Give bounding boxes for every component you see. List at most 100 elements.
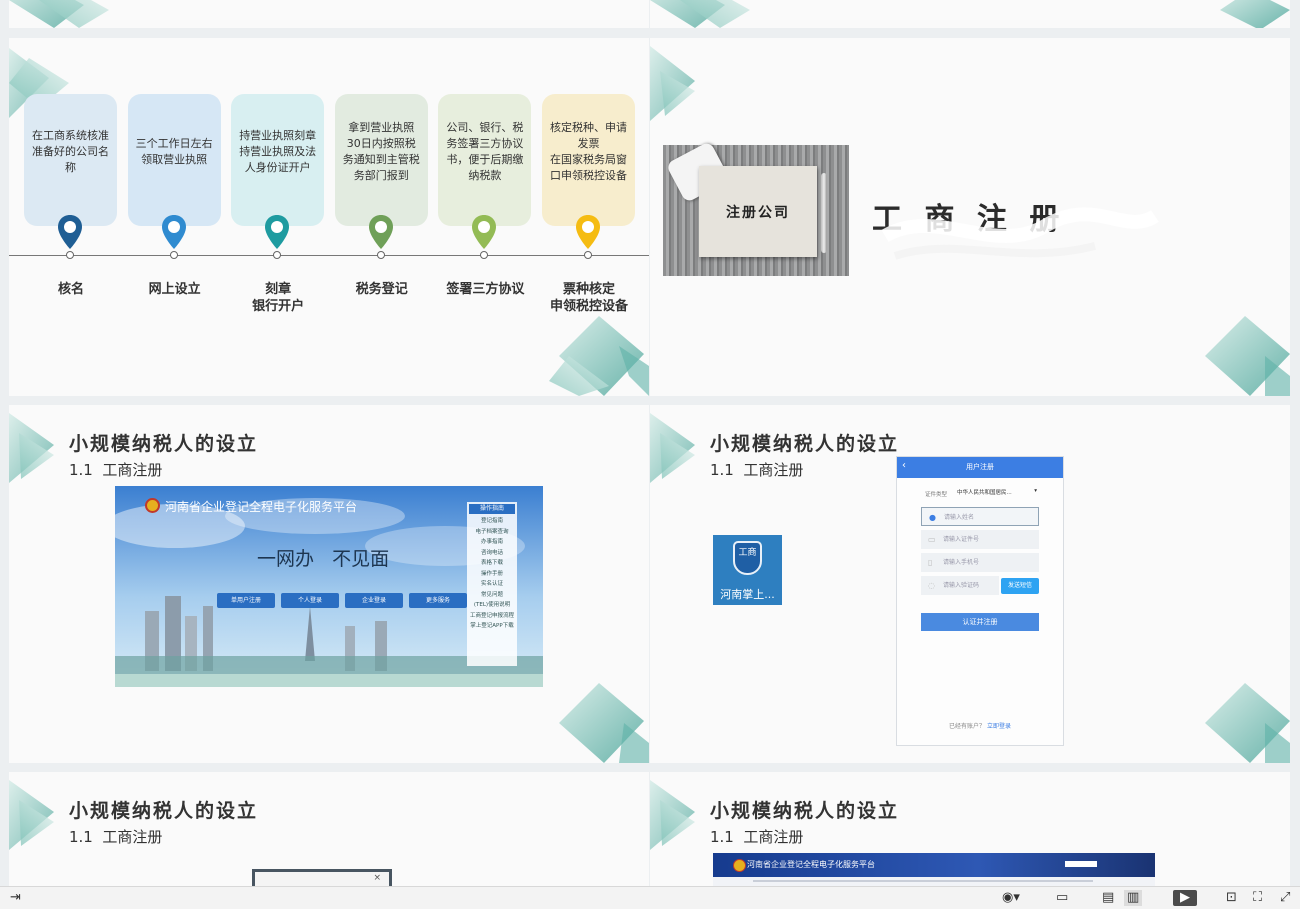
- page-view-icon[interactable]: ▤: [1102, 890, 1114, 906]
- dialog-screenshot: ×: [252, 869, 392, 886]
- slide-subtitle: 1.1 工商注册: [69, 828, 163, 846]
- slide-thumbnail-timeline[interactable]: 在工商系统核准准备好的公司名称核名 三个工作日左右领取营业执照网上设立 持营业执照刻…: [9, 38, 649, 396]
- name-field-placeholder: 请输入姓名: [944, 514, 975, 521]
- timeline-step-card: 核定税种、申请发票 在国家税务局窗口申领税控设备: [542, 94, 635, 226]
- teal-corner-decoration: [650, 0, 750, 28]
- reading-view-icon[interactable]: ▥: [1124, 890, 1143, 906]
- pen-in-photo: [821, 173, 827, 253]
- slide-thumbnail-section-title[interactable]: 注册公司 工 商 注 册: [650, 38, 1290, 396]
- menu-header[interactable]: 操作指南: [469, 504, 515, 514]
- site-header-bar: 河南省企业登记全程电子化服务平台: [713, 853, 1155, 877]
- slide-thumbnail-bottom-left[interactable]: 小规模纳税人的设立 1.1 工商注册 ×: [9, 772, 649, 886]
- cert-type-label: 证件类型: [925, 492, 948, 498]
- teal-corner-decoration: [9, 413, 54, 483]
- search-box[interactable]: [1065, 861, 1097, 867]
- site-menu-item[interactable]: 电子档案查询: [467, 527, 517, 538]
- timeline-step-card: 公司、银行、税务签署三方协议书，便于后期缴纳税款: [438, 94, 532, 226]
- timeline-step-label: 网上设立: [148, 282, 201, 297]
- site-menu-item[interactable]: 表格下载: [467, 558, 517, 569]
- map-pin-icon: [472, 215, 497, 249]
- timeline-step-card: 三个工作日左右领取营业执照: [127, 94, 221, 226]
- site-menu-item[interactable]: 常见问题: [467, 590, 517, 601]
- submit-button[interactable]: 认证并注册: [921, 613, 1039, 631]
- slide-thumbnail-top-left[interactable]: [9, 0, 649, 28]
- timeline-step-card: 在工商系统核准准备好的公司名称: [24, 94, 117, 226]
- slide-subtitle: 1.1 工商注册: [710, 461, 804, 479]
- normal-view-icon[interactable]: ▭: [1056, 890, 1068, 906]
- slide-title: 小规模纳税人的设立: [710, 433, 900, 455]
- timeline-dot: [584, 251, 592, 259]
- teal-corner-decoration: [9, 780, 54, 850]
- verify-code-field[interactable]: ◌ 请输入验证码: [921, 576, 999, 595]
- note-card-text: 注册公司: [726, 204, 790, 221]
- site-menu-item[interactable]: 实名认证: [467, 579, 517, 590]
- map-pin-icon: [265, 215, 290, 249]
- exit-icon[interactable]: ⇥: [10, 890, 21, 906]
- status-bar: ⇥ ◉▾ ▭ ▤ ▥ ▶ ⊡ ⛶ ⤢: [0, 886, 1300, 909]
- user-icon: ●: [929, 513, 936, 522]
- timeline-step-label: 税务登记: [355, 282, 408, 297]
- slide-title: 小规模纳税人的设立: [710, 800, 900, 822]
- notice-line: [753, 880, 1093, 882]
- map-pin-icon: [161, 215, 186, 249]
- actual-size-icon[interactable]: ⊡: [1226, 890, 1237, 906]
- phone-number-field[interactable]: ▯ 请输入手机号: [921, 553, 1039, 572]
- website-header-screenshot: 河南省企业登记全程电子化服务平台: [713, 853, 1155, 886]
- desk-photo: 注册公司: [663, 140, 849, 276]
- site-action-button[interactable]: 单用户注册: [217, 593, 275, 608]
- chevron-down-icon: ▾: [1034, 488, 1037, 494]
- fit-icon[interactable]: ⛶: [1253, 890, 1262, 906]
- play-icon[interactable]: ▶: [1173, 890, 1197, 906]
- login-prompt-text: 已经有账户？: [949, 723, 986, 730]
- site-action-button[interactable]: 企业登录: [345, 593, 403, 608]
- teal-corner-decoration: [9, 0, 109, 28]
- login-link[interactable]: 立即登录: [987, 723, 1011, 730]
- site-menu-item[interactable]: 工商登记申报流程: [467, 611, 517, 622]
- site-menu-item[interactable]: 操作手册: [467, 569, 517, 580]
- id-card-icon: ▭: [928, 535, 936, 544]
- timeline-axis: [9, 255, 649, 256]
- timeline-step-label: 签署三方协议: [446, 282, 525, 297]
- code-field-placeholder: 请输入验证码: [943, 582, 980, 589]
- slide-thumbnail-bottom-right[interactable]: 小规模纳税人的设立 1.1 工商注册 河南省企业登记全程电子化服务平台: [650, 772, 1290, 886]
- timeline-step-desc: 公司、银行、税务签署三方协议书，便于后期缴纳税款: [446, 121, 524, 182]
- login-prompt: 已经有账户？ 立即登录: [897, 721, 1063, 730]
- name-field[interactable]: ● 请输入姓名: [921, 507, 1039, 526]
- timeline-dot: [480, 251, 489, 259]
- slide-thumbnail-top-right[interactable]: [650, 0, 1290, 28]
- teal-corner-decoration: [650, 46, 695, 121]
- note-card: 注册公司: [699, 166, 817, 257]
- fullscreen-icon[interactable]: ⤢: [1280, 890, 1290, 906]
- site-menu-item[interactable]: (TEL)使用说明: [467, 600, 517, 611]
- eye-icon[interactable]: ◉▾: [1002, 890, 1020, 906]
- site-menu-item[interactable]: 掌上登记APP下载: [467, 621, 517, 632]
- timeline-step-label: 票种核定 申领税控设备: [549, 282, 628, 314]
- teal-corner-decoration: [1205, 316, 1290, 396]
- shield-icon: ◌: [928, 581, 935, 590]
- cert-type-select[interactable]: 中华人民共和国居民... ▾: [957, 488, 1037, 498]
- map-pin-icon: [368, 215, 393, 249]
- slide-title: 小规模纳税人的设立: [69, 800, 259, 822]
- timeline-step-label: 核名: [57, 282, 84, 297]
- site-action-button[interactable]: 更多服务: [409, 593, 467, 608]
- site-title: 河南省企业登记全程电子化服务平台: [165, 500, 358, 514]
- site-menu-item[interactable]: 咨询电话: [467, 548, 517, 559]
- send-code-button[interactable]: 发送短信: [1001, 578, 1039, 594]
- timeline-step-desc: 持营业执照刻章 持营业执照及法人身份证开户: [239, 129, 317, 174]
- map-pin-icon: [58, 215, 82, 249]
- id-number-field[interactable]: ▭ 请输入证件号: [921, 530, 1039, 549]
- id-field-placeholder: 请输入证件号: [943, 536, 980, 543]
- site-action-button[interactable]: 个人登录: [281, 593, 339, 608]
- teal-corner-decoration: [650, 780, 695, 850]
- phone-field-placeholder: 请输入手机号: [943, 559, 980, 566]
- teal-corner-decoration: [1220, 0, 1290, 28]
- slide-subtitle: 1.1 工商注册: [710, 828, 804, 846]
- app-icon-tile: 工商 河南掌上...: [713, 535, 782, 605]
- brush-stroke-decoration: [881, 207, 1159, 260]
- site-menu-item[interactable]: 办事指南: [467, 537, 517, 548]
- site-menu-item[interactable]: 登记指南: [467, 516, 517, 527]
- timeline-step-desc: 拿到营业执照30日内按照税务通知到主管税务部门报到: [342, 121, 420, 182]
- site-title: 河南省企业登记全程电子化服务平台: [747, 860, 875, 869]
- slide-thumbnail-app[interactable]: 小规模纳税人的设立 1.1 工商注册 工商 河南掌上... ‹ 用户注册 证件类…: [650, 405, 1290, 763]
- slide-thumbnail-website[interactable]: 小规模纳税人的设立 1.1 工商注册 河南省企业登记全程电子化服务平台 一网办 …: [9, 405, 649, 763]
